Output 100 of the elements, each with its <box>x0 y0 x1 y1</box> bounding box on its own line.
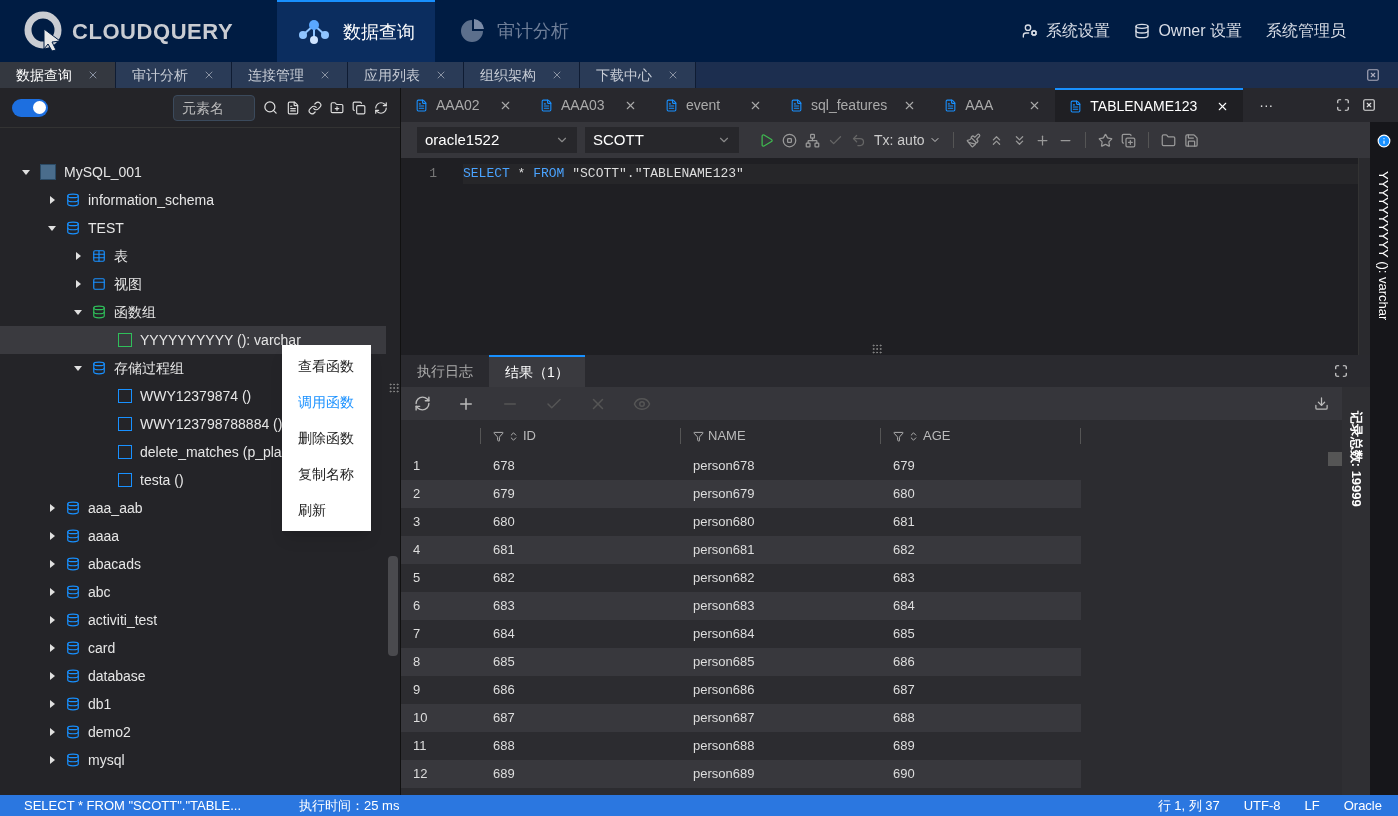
caret-icon[interactable] <box>48 560 56 568</box>
side-panel-tab[interactable]: YYYYYYYYYY (): varchar <box>1374 171 1394 321</box>
settings-link[interactable]: 系统设置 <box>1022 19 1111 43</box>
tree-item[interactable]: database <box>88 665 146 687</box>
search-field[interactable]: 元素名 <box>173 94 255 121</box>
table-cell-text: person688 <box>692 737 756 756</box>
export-icon[interactable] <box>1314 396 1329 411</box>
format-icon[interactable] <box>965 132 981 148</box>
caret-icon[interactable] <box>22 168 30 176</box>
tree-item[interactable]: delete_matches (p_pla <box>140 441 282 463</box>
caret-icon[interactable] <box>74 280 82 288</box>
document-icon[interactable] <box>286 100 300 115</box>
menu-item[interactable]: 查看函数 <box>282 348 371 384</box>
nav-tab[interactable]: 审计分析 <box>435 0 593 62</box>
caret-icon[interactable] <box>48 700 56 708</box>
page-tab[interactable]: 审计分析 <box>116 62 232 88</box>
link-icon[interactable] <box>308 100 322 115</box>
tree-item[interactable]: activiti_test <box>88 609 158 631</box>
caret-icon[interactable] <box>74 252 82 260</box>
tree-item[interactable]: aaaa <box>88 525 120 547</box>
caret-icon[interactable] <box>48 196 56 204</box>
page-tab[interactable]: 下载中心 <box>580 62 696 88</box>
tree-item[interactable]: 函数组 <box>114 301 156 323</box>
sort-icon[interactable] <box>508 430 519 442</box>
settings-link[interactable]: Owner 设置 <box>1134 19 1242 43</box>
page-tab[interactable]: 数据查询 <box>0 62 116 88</box>
refresh-icon[interactable] <box>414 395 431 412</box>
caret-icon[interactable] <box>48 532 56 540</box>
editor-tab[interactable]: sql_features <box>776 88 931 122</box>
filter-icon[interactable] <box>893 430 904 442</box>
menu-item[interactable]: 复制名称 <box>282 456 371 492</box>
page-tab[interactable]: 连接管理 <box>232 62 348 88</box>
column-header[interactable]: ID <box>523 426 536 446</box>
procedure-icon <box>118 473 132 487</box>
filter-icon[interactable] <box>693 430 704 442</box>
resize-handle-icon[interactable] <box>871 343 883 355</box>
caret-icon[interactable] <box>48 644 56 652</box>
result-tab[interactable]: 执行日志 <box>401 355 489 387</box>
tree-item[interactable]: 视图 <box>114 273 142 295</box>
caret-icon[interactable] <box>48 616 56 624</box>
tree-item[interactable]: WWY12379874 () <box>140 385 252 407</box>
caret-icon[interactable] <box>48 224 56 232</box>
result-tab[interactable]: 结果（1） <box>489 355 585 387</box>
folder-icon[interactable] <box>1160 132 1176 148</box>
caret-icon[interactable] <box>74 308 82 316</box>
more-tabs-button[interactable]: ··· <box>1243 94 1290 116</box>
caret-icon[interactable] <box>48 728 56 736</box>
run-icon[interactable] <box>759 132 774 148</box>
nav-tab[interactable]: 数据查询 <box>277 0 435 62</box>
transaction-select[interactable]: Tx: auto <box>874 129 941 151</box>
tree-item[interactable]: mysql <box>88 749 125 771</box>
page-tab[interactable]: 应用列表 <box>348 62 464 88</box>
connection-select[interactable]: oracle1522 <box>417 127 577 153</box>
caret-icon[interactable] <box>48 504 56 512</box>
schema-select[interactable]: SCOTT <box>585 127 739 153</box>
star-icon[interactable] <box>1097 132 1113 148</box>
tree-item[interactable]: db1 <box>88 693 112 715</box>
stop-icon[interactable] <box>782 132 797 148</box>
caret-icon[interactable] <box>48 672 56 680</box>
copy-icon[interactable] <box>352 100 366 115</box>
tree-item[interactable]: 表 <box>114 245 128 267</box>
search-icon[interactable] <box>263 100 278 115</box>
fullscreen-icon[interactable] <box>1334 364 1348 378</box>
save-icon[interactable] <box>1183 132 1199 148</box>
caret-icon[interactable] <box>48 756 56 764</box>
resize-handle-icon[interactable] <box>388 382 400 394</box>
tree-item[interactable]: card <box>88 637 116 659</box>
tree-item[interactable]: demo2 <box>88 721 131 743</box>
editor-tab[interactable]: TABLENAME123 <box>1055 88 1244 122</box>
sort-icon[interactable] <box>908 430 919 442</box>
menu-item[interactable]: 刷新 <box>282 492 371 528</box>
tree-item[interactable]: MySQL_001 <box>64 161 142 183</box>
theme-toggle[interactable] <box>12 98 48 117</box>
filter-icon[interactable] <box>493 430 504 442</box>
new-folder-icon[interactable] <box>330 100 344 115</box>
caret-icon[interactable] <box>74 364 82 372</box>
tree-item[interactable]: 存储过程组 <box>114 357 184 379</box>
menu-item[interactable]: 删除函数 <box>282 420 371 456</box>
tree-item[interactable]: aaa_aab <box>88 497 143 519</box>
close-all-icon[interactable] <box>1366 68 1380 82</box>
tree-item[interactable]: TEST <box>88 217 124 239</box>
tree-item[interactable]: testa () <box>140 469 184 491</box>
info-icon[interactable] <box>1377 134 1391 148</box>
editor-tab[interactable]: event <box>651 88 776 122</box>
column-header[interactable]: NAME <box>708 426 746 446</box>
tree-item[interactable]: abc <box>88 581 111 603</box>
tree-item[interactable]: WWY123798788884 () <box>140 413 283 435</box>
tree-item[interactable]: information_schema <box>88 189 215 211</box>
plan-icon[interactable] <box>805 132 820 148</box>
fullscreen-icon[interactable] <box>1336 98 1350 112</box>
column-header[interactable]: AGE <box>923 426 951 446</box>
editor-tab[interactable]: AAA03 <box>526 88 651 122</box>
caret-icon[interactable] <box>48 588 56 596</box>
refresh-icon[interactable] <box>374 100 388 115</box>
editor-tab[interactable]: AAA02 <box>401 88 526 122</box>
editor-tab[interactable]: AAA <box>930 88 1056 122</box>
user-menu[interactable]: 系统管理员 <box>1266 19 1346 43</box>
close-all-icon[interactable] <box>1362 98 1376 112</box>
page-tab[interactable]: 组织架构 <box>464 62 580 88</box>
tree-item[interactable]: abacads <box>88 553 141 575</box>
